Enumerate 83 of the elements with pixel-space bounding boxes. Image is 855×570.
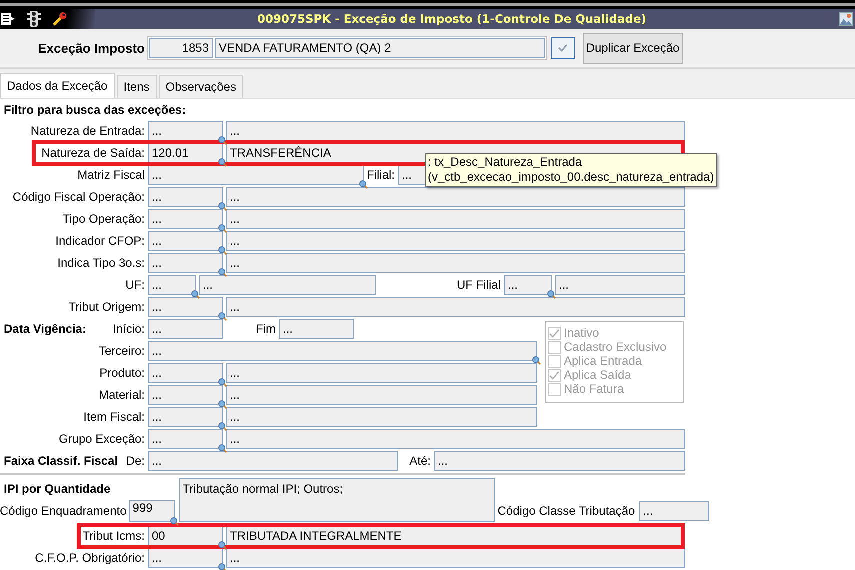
date-field[interactable]: ... (279, 319, 354, 339)
description-field[interactable]: ... (226, 209, 685, 229)
field-label: UF: (124, 278, 145, 292)
description-field[interactable]: ... (226, 253, 685, 273)
record-code-field[interactable]: 1853 (149, 38, 213, 58)
wrench-icon[interactable] (53, 12, 67, 26)
field-label: Tribut Origem: (68, 300, 145, 314)
field-label: Matriz Fiscal (76, 168, 145, 182)
check-icon (549, 328, 560, 338)
tab[interactable]: Observações (158, 75, 244, 98)
field-label: Início: (112, 322, 145, 336)
description-field[interactable]: ... (226, 231, 685, 251)
list-icon[interactable] (1, 13, 15, 25)
field-label: C.F.O.P. Obrigatório: (34, 551, 145, 565)
field-label: Natureza de Saída: (40, 146, 145, 160)
range-to-field[interactable]: ... (434, 451, 685, 471)
field-label: Código Fiscal Operação: (12, 190, 145, 204)
field-label: Grupo Exceção: (58, 432, 145, 446)
description-field[interactable]: ... (199, 275, 376, 295)
tab[interactable]: Itens (116, 75, 157, 98)
date-field[interactable]: ... (148, 319, 223, 339)
search-icon[interactable] (218, 400, 227, 409)
search-icon[interactable] (218, 246, 227, 255)
field-label: Tribut Icms: (82, 529, 145, 543)
field-label: Produto: (98, 366, 145, 380)
confirm-button[interactable] (551, 37, 575, 59)
search-icon[interactable] (218, 541, 227, 550)
field-label: Fim (256, 322, 276, 336)
search-icon[interactable] (218, 224, 227, 233)
duplicate-button[interactable]: Duplicar Exceção (583, 32, 683, 64)
field-label: Indicador CFOP: (54, 234, 145, 248)
description-field[interactable]: ... (555, 275, 685, 295)
check-icon (558, 44, 568, 52)
field-label: Até: (408, 454, 431, 468)
search-icon[interactable] (170, 517, 179, 526)
search-icon[interactable] (218, 563, 227, 570)
field-label: Código Enquadramento (0, 504, 127, 518)
traffic-light-icon[interactable] (27, 11, 41, 27)
field-label: Item Fiscal: (82, 410, 145, 424)
group-label: Faixa Classif. Fiscal (3, 454, 118, 468)
field-label: Material: (98, 388, 145, 402)
description-field[interactable]: ... (226, 187, 685, 207)
search-icon[interactable] (218, 136, 227, 145)
search-icon[interactable] (218, 268, 227, 277)
field-label: UF Filial (456, 278, 501, 292)
search-icon[interactable] (191, 290, 200, 299)
code-field[interactable]: ... (148, 548, 223, 568)
check-icon (549, 370, 560, 380)
range-from-field[interactable]: ... (148, 451, 398, 471)
record-label: Exceção Imposto (37, 40, 146, 56)
field-label: Terceiro: (98, 344, 145, 358)
group-label: IPI por Quantidade (3, 482, 112, 496)
record-description-field[interactable]: VENDA FATURAMENTO (QA) 2 (215, 38, 545, 58)
section-title: Filtro para busca das exceções: (3, 102, 188, 119)
search-icon[interactable] (547, 290, 556, 299)
description-field[interactable]: ... (226, 385, 537, 405)
search-icon[interactable] (218, 444, 227, 453)
description-field[interactable]: ... (226, 121, 685, 141)
description-field[interactable]: ... (226, 297, 685, 317)
input-field[interactable]: ... (639, 501, 710, 521)
tooltip: : tx_Desc_Natureza_Entrada (v_ctb_excecao_imposto_00.desc_natureza_entrada) (425, 153, 718, 187)
description-field[interactable]: ... (226, 548, 685, 568)
group-label: Data Vigência: (3, 322, 86, 336)
field-label: Código Classe Tributação (498, 504, 636, 518)
description-field[interactable]: ... (226, 407, 537, 427)
image-icon[interactable] (839, 12, 853, 26)
field-label: Indica Tipo 3o.s: (56, 256, 145, 270)
field-label: Natureza de Entrada: (30, 124, 145, 138)
search-icon[interactable] (359, 180, 368, 189)
search-icon[interactable] (218, 378, 227, 387)
search-icon[interactable] (218, 158, 227, 167)
tab[interactable]: Dados da Exceção (0, 73, 115, 98)
window-title: 009075SPK - Exceção de Imposto (1-Controle De Qualidade) (256, 12, 648, 26)
search-icon[interactable] (218, 422, 227, 431)
search-icon[interactable] (218, 312, 227, 321)
search-icon[interactable] (532, 356, 541, 365)
description-field[interactable]: ... (226, 429, 685, 449)
field-label: Tipo Operação: (62, 212, 145, 226)
description-field[interactable]: ... (226, 363, 537, 383)
search-icon[interactable] (218, 202, 227, 211)
field-label: Filial: (367, 168, 396, 182)
field-label: De: (126, 454, 145, 468)
text-area[interactable]: Tributação normal IPI; Outros; (178, 478, 495, 522)
